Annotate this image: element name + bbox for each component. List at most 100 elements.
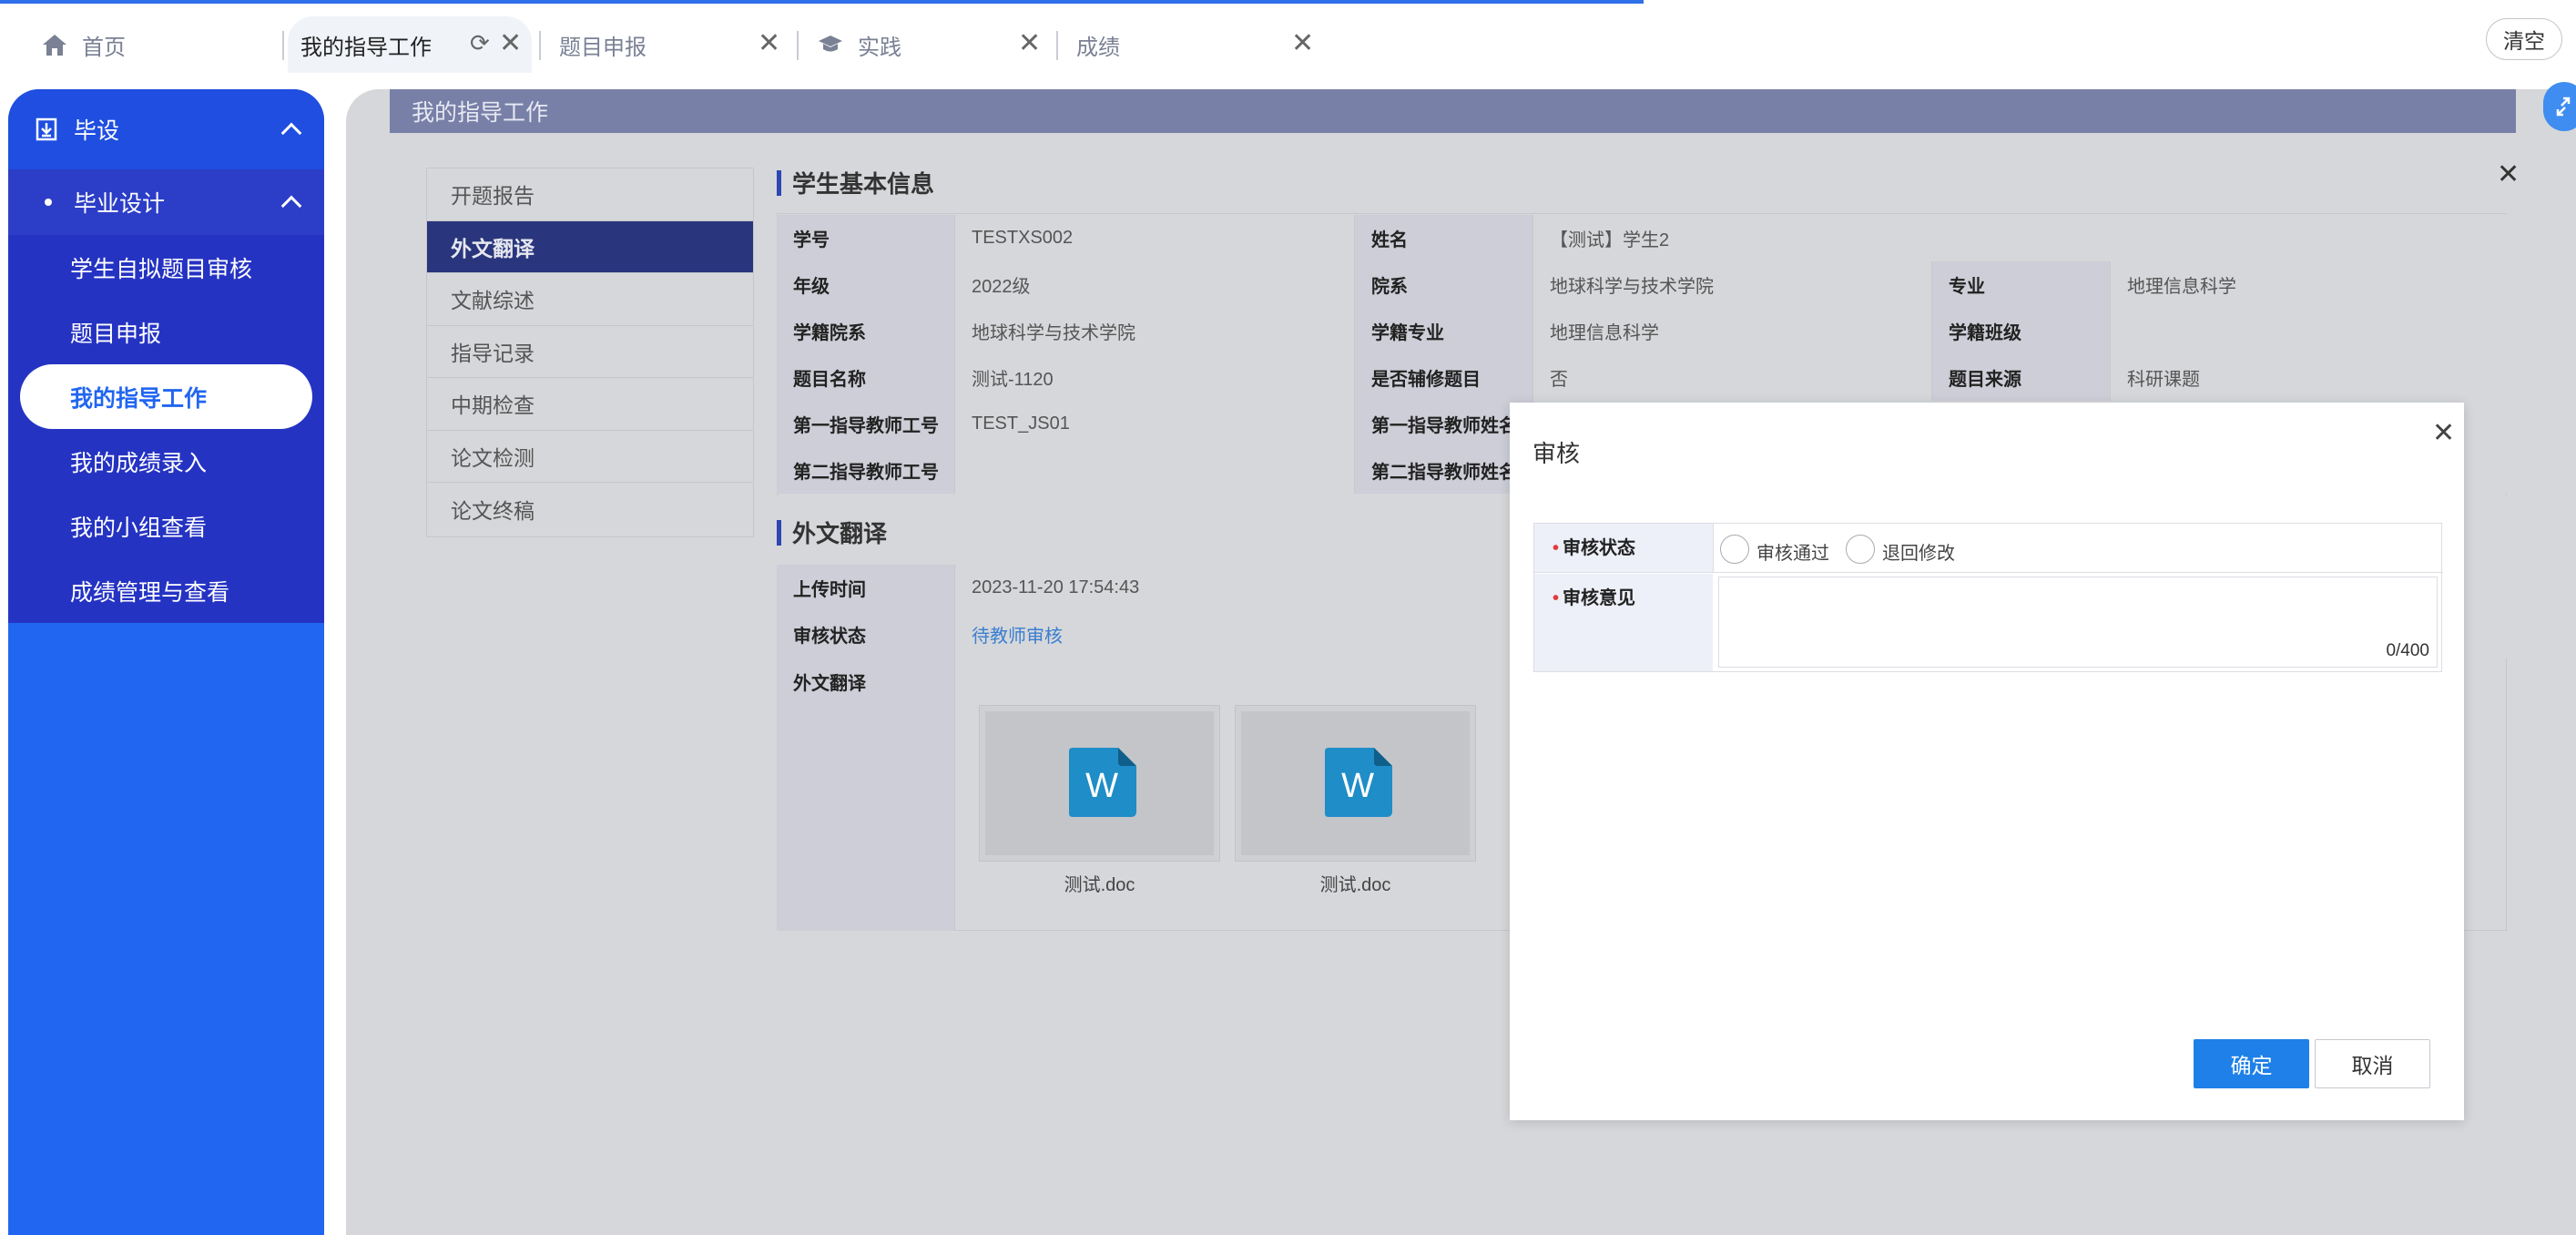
chevron-up-icon	[280, 122, 302, 144]
cancel-button[interactable]: 取消	[2315, 1039, 2430, 1088]
tab-practice[interactable]: 实践 ✕	[818, 16, 1045, 73]
section-bar	[777, 519, 781, 546]
dialog-title: 审核	[1532, 440, 1581, 467]
word-doc-icon: W	[1325, 748, 1392, 817]
sidebar-item-self-topic-review[interactable]: 学生自拟题目审核	[8, 235, 324, 300]
tab-home[interactable]: 首页	[42, 16, 260, 73]
close-icon[interactable]: ✕	[2432, 417, 2455, 449]
sidebar-menu-list: 学生自拟题目审核 题目申报 我的指导工作 我的成绩录入 我的小组查看 成绩管理与…	[8, 235, 324, 623]
clear-tabs-button[interactable]: 清空	[2486, 18, 2562, 60]
download-icon	[36, 117, 57, 141]
value-registry-dept: 地球科学与技术学院	[955, 308, 1355, 354]
radio-approve-label[interactable]: 审核通过	[1756, 538, 1829, 565]
label-review-status: • 审核状态	[1534, 524, 1713, 573]
radio-return-label[interactable]: 退回修改	[1882, 538, 1955, 565]
sidebar-item-my-guidance[interactable]: 我的指导工作	[20, 364, 312, 429]
nav-guidance-records[interactable]: 指导记录	[427, 326, 753, 378]
close-icon[interactable]: ✕	[758, 30, 780, 57]
sidebar-item-label: 我的成绩录入	[70, 450, 208, 476]
required-mark: •	[1553, 588, 1560, 608]
tab-separator	[797, 31, 799, 60]
tab-home-label: 首页	[82, 35, 126, 60]
review-dialog: 审核 ✕ • 审核状态 审核通过 退回修改 • 审核意见 0/400 确定 取消	[1510, 403, 2464, 1120]
sidebar-item-topic-declare[interactable]: 题目申报	[8, 300, 324, 364]
label-major: 专业	[1932, 261, 2111, 308]
sidebar-panel: 毕设 毕业设计 学生自拟题目审核 题目申报 我的指导工作 我的成绩录入 我的小组…	[8, 89, 324, 1235]
section-heading-student-info: 学生基本信息	[777, 166, 934, 199]
tab-topic-declare[interactable]: 题目申报 ✕	[559, 16, 787, 73]
table-row: 学号 TESTXS002 姓名 【测试】学生2	[777, 215, 2507, 261]
file-name[interactable]: 测试.doc	[979, 870, 1220, 896]
nav-final-thesis[interactable]: 论文终稿	[427, 483, 753, 536]
tab-grades[interactable]: 成绩 ✕	[1076, 16, 1314, 73]
value-registry-major: 地理信息科学	[1533, 308, 1932, 354]
sidebar-subgroup-design[interactable]: 毕业设计	[8, 169, 324, 235]
file-name[interactable]: 测试.doc	[1235, 870, 1476, 896]
label-topic-name: 题目名称	[777, 354, 955, 401]
tab-separator	[1056, 31, 1058, 60]
value-student-id: TESTXS002	[955, 215, 1355, 261]
section-bar	[777, 169, 781, 196]
close-icon[interactable]: ✕	[499, 30, 522, 57]
page-title: 我的指导工作	[390, 89, 2516, 133]
tab-practice-label: 实践	[858, 35, 901, 60]
value-major: 地理信息科学	[2111, 261, 2507, 308]
sidebar-item-my-group[interactable]: 我的小组查看	[8, 494, 324, 558]
nav-thesis-check[interactable]: 论文检测	[427, 431, 753, 483]
value-second-teacher-id	[955, 447, 1355, 494]
label-translation-files: 外文翻译	[777, 658, 955, 931]
review-form: • 审核状态 审核通过 退回修改 • 审核意见 0/400	[1533, 523, 2443, 672]
label-first-teacher-name: 第一指导教师姓名	[1355, 401, 1533, 447]
sidebar-item-label: 学生自拟题目审核	[70, 256, 253, 282]
tab-topic-declare-label: 题目申报	[559, 35, 647, 60]
word-letter: W	[1085, 767, 1118, 805]
word-doc-icon: W	[1069, 748, 1136, 817]
radio-approve[interactable]	[1720, 535, 1749, 564]
file-card[interactable]: W	[979, 705, 1220, 862]
tab-separator	[282, 31, 284, 60]
label-registry-class: 学籍班级	[1932, 308, 2111, 354]
bullet-icon	[45, 199, 52, 206]
tab-my-guidance[interactable]: 我的指导工作 ⟳ ✕	[288, 16, 532, 73]
value-name: 【测试】学生2	[1533, 215, 2507, 261]
close-icon[interactable]: ✕	[2497, 158, 2520, 190]
label-registry-major: 学籍专业	[1355, 308, 1533, 354]
label-second-teacher-name: 第二指导教师姓名	[1355, 447, 1533, 494]
table-row: 年级 2022级 院系 地球科学与技术学院 专业 地理信息科学	[777, 261, 2507, 308]
label-review-status: 审核状态	[777, 611, 955, 658]
review-comment-input[interactable]: 0/400	[1718, 577, 2438, 668]
fullscreen-toggle-button[interactable]	[2543, 82, 2576, 131]
value-topic-source: 科研课题	[2111, 354, 2507, 401]
section-heading-text: 外文翻译	[792, 520, 888, 547]
refresh-icon[interactable]: ⟳	[470, 31, 490, 55]
sidebar-item-grade-management[interactable]: 成绩管理与查看	[8, 558, 324, 623]
sidebar-item-label: 我的小组查看	[70, 515, 208, 541]
label-text: 审核状态	[1563, 538, 1636, 558]
nav-proposal-report[interactable]: 开题报告	[427, 168, 753, 221]
label-topic-source: 题目来源	[1932, 354, 2111, 401]
close-icon[interactable]: ✕	[1018, 30, 1041, 57]
home-icon	[42, 33, 67, 56]
sidebar-item-grade-entry[interactable]: 我的成绩录入	[8, 429, 324, 494]
close-icon[interactable]: ✕	[1291, 30, 1314, 57]
char-counter: 0/400	[2386, 641, 2429, 660]
sidebar-group-label: 毕设	[74, 118, 120, 144]
label-first-teacher-id: 第一指导教师工号	[777, 401, 955, 447]
label-upload-time: 上传时间	[777, 565, 955, 611]
tab-grades-label: 成绩	[1076, 35, 1120, 60]
tab-my-guidance-label: 我的指导工作	[300, 35, 432, 60]
sidebar-item-label: 成绩管理与查看	[70, 579, 230, 606]
nav-midterm-check[interactable]: 中期检查	[427, 378, 753, 431]
file-card[interactable]: W	[1235, 705, 1476, 862]
nav-literature-review[interactable]: 文献综述	[427, 273, 753, 326]
nav-foreign-translation[interactable]: 外文翻译	[427, 220, 753, 273]
radio-return[interactable]	[1846, 535, 1875, 564]
sidebar-group-graduation[interactable]: 毕设	[8, 89, 324, 169]
label-department: 院系	[1355, 261, 1533, 308]
confirm-button[interactable]: 确定	[2194, 1039, 2309, 1088]
value-minor-topic: 否	[1533, 354, 1932, 401]
sidebar: 毕设 毕业设计 学生自拟题目审核 题目申报 我的指导工作 我的成绩录入 我的小组…	[0, 82, 335, 1235]
section-heading-text: 学生基本信息	[792, 170, 935, 198]
sidebar-item-label: 我的指导工作	[70, 385, 208, 412]
label-student-id: 学号	[777, 215, 955, 261]
